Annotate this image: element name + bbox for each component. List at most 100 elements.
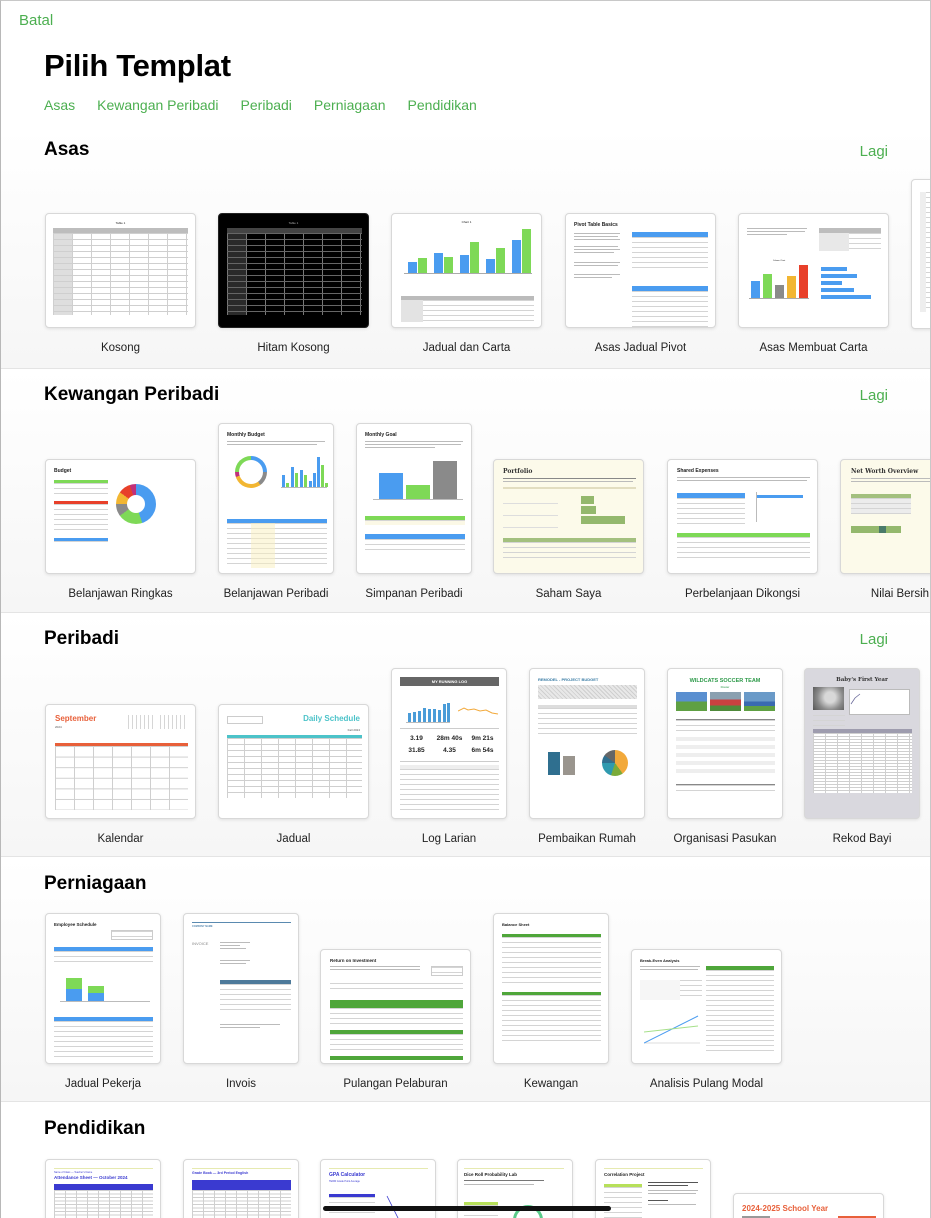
template-school-year[interactable]: 2024-2025 School Year — [733, 1193, 884, 1218]
template-thumbnail: Net Worth Overview — [840, 459, 930, 574]
template-analisis-pulang-modal[interactable]: Break-Even Analysis Analisis Pulang Moda… — [631, 949, 782, 1090]
template-attendance-sheet[interactable]: Name of Class — Teacher's Name Attendanc… — [45, 1159, 161, 1218]
thumb-title: INVOICE — [192, 941, 209, 946]
category-nav: Asas Kewangan Peribadi Peribadi Perniaga… — [44, 97, 499, 113]
category-link-pendidikan[interactable]: Pendidikan — [408, 97, 477, 113]
template-thumbnail: Budget — [45, 459, 196, 574]
thumb-title: REMODEL - PROJECT BUDGET — [538, 677, 599, 682]
category-link-perniagaan[interactable]: Perniagaan — [314, 97, 386, 113]
section-title: Perniagaan — [44, 873, 147, 894]
thumb-subtitle: Roster — [720, 685, 730, 689]
template-thumbnail: WILDCATS SOCCER TEAM Roster — [667, 668, 783, 819]
template-thumbnail: September 2024 — [45, 704, 196, 819]
section-title: Peribadi — [44, 628, 119, 649]
template-nilai-bersih[interactable]: Net Worth Overview Nilai Bersih — [840, 459, 930, 600]
mini-cost-chart — [544, 749, 580, 775]
home-indicator[interactable] — [323, 1206, 611, 1211]
stat-value: 9m 21s — [471, 735, 494, 742]
thumb-title: Correlation Project — [604, 1172, 645, 1177]
thumb-title: Budget — [54, 468, 72, 474]
template-rekod-bayi[interactable]: Baby's First Year Rekod Bayi — [804, 668, 920, 845]
template-belanjawan-ringkas[interactable]: Budget Belanjawan Ringkas — [45, 459, 196, 600]
template-chooser: Batal Pilih Templat Asas Kewangan Periba… — [0, 0, 931, 1218]
template-thumbnail: Chart 1 — [391, 213, 542, 328]
section-title: Asas — [44, 139, 90, 160]
template-correlation-project[interactable]: Correlation Project — [595, 1159, 711, 1218]
template-thumbnail: Table 1 — [45, 213, 196, 328]
template-log-larian[interactable]: MY RUNNING LOG 3.19 28m 40s 9m 21s 31.85… — [391, 668, 507, 845]
section-title: Kewangan Peribadi — [44, 384, 220, 405]
template-kewangan[interactable]: Balance Sheet Kewangan — [493, 913, 609, 1090]
more-button[interactable]: Lagi — [860, 387, 888, 404]
more-button[interactable]: Lagi — [860, 631, 888, 648]
template-thumbnail: Grade Book — 3rd Period English — [183, 1159, 299, 1218]
section-peribadi: Peribadi Lagi September 2024 Kalendar Da… — [1, 613, 930, 857]
template-thumbnail: Monthly Budget — [218, 423, 334, 574]
thumb-title: Column Chart — [772, 260, 786, 262]
template-hitam-kosong[interactable]: Table 1 Hitam Kosong — [218, 189, 369, 354]
more-button[interactable]: Lagi — [860, 143, 888, 160]
template-jadual-dan-carta[interactable]: Chart 1 Jadual dan Carta — [391, 189, 542, 354]
template-kosong[interactable]: Table 1 Kosong — [45, 189, 196, 354]
mini-distance-chart — [406, 697, 450, 723]
template-saham-saya[interactable]: Portfolio Saham Saya — [493, 459, 644, 600]
template-grade-book[interactable]: Grade Book — 3rd Period English — [183, 1159, 299, 1218]
thumb-subtitle: 2024 — [55, 725, 62, 729]
mini-pace-chart — [458, 707, 499, 715]
template-simpanan-peribadi[interactable]: Monthly Goal Simpanan Peribadi — [356, 423, 472, 600]
thumb-title: Daily Schedule — [303, 714, 360, 723]
thumb-subtitle: Name of Class — Teacher's Name — [54, 1171, 93, 1174]
template-asas-jadual-pivot[interactable]: Pivot Table Basics Asas Jadual Pivot — [565, 189, 716, 354]
template-thumbnail: Employee Schedule — [45, 913, 161, 1064]
template-thumbnail: Daily Schedule Fall 2024 — [218, 704, 369, 819]
template-label: Analisis Pulang Modal — [649, 1078, 764, 1090]
template-organisasi-pasukan[interactable]: WILDCATS SOCCER TEAM Roster Organisasi P… — [667, 668, 783, 845]
category-link-kewangan-peribadi[interactable]: Kewangan Peribadi — [97, 97, 218, 113]
template-thumbnail: Correlation Project — [595, 1159, 711, 1218]
template-label: Rekod Bayi — [832, 833, 892, 845]
template-thumbnail: Pivot Table Basics — [565, 213, 716, 328]
thumb-subtitle: TERM Grade Point Average — [329, 1180, 360, 1183]
stat-value: 3.19 — [410, 735, 423, 742]
thumb-title: Baby's First Year — [836, 677, 888, 683]
section-kewangan-peribadi: Kewangan Peribadi Lagi Budget Belanjawan… — [1, 369, 930, 613]
thumb-title: Shared Expenses — [677, 468, 719, 474]
mini-bar-chart — [404, 226, 532, 274]
template-perbelanjaan-dikongsi[interactable]: Shared Expenses Perbelanjaan Dikongsi — [667, 459, 818, 600]
thumb-title: Net Worth Overview — [851, 468, 919, 475]
stat-value: 6m 54s — [471, 747, 494, 754]
template-label: Asas Membuat Carta — [759, 342, 868, 354]
section-perniagaan: Perniagaan Employee Schedule Jadual Peke… — [1, 857, 930, 1102]
template-invois[interactable]: COMPANY NAME INVOICE Invois — [183, 913, 299, 1090]
baby-photo — [813, 687, 844, 710]
section-pendidikan: Pendidikan Name of Class — Teacher's Nam… — [1, 1102, 930, 1218]
thumb-title: Return on Investment — [330, 958, 377, 963]
thumb-title: Employee Schedule — [54, 922, 97, 927]
thumb-title: Pivot Table Basics — [574, 222, 618, 228]
template-belanjawan-peribadi[interactable]: Monthly Budget Belanjawan Peribadi — [218, 423, 334, 600]
template-jadual[interactable]: Daily Schedule Fall 2024 Jadual — [218, 704, 369, 845]
category-link-peribadi[interactable]: Peribadi — [241, 97, 292, 113]
template-jadual-pekerja[interactable]: Employee Schedule Jadual Pekerja — [45, 913, 161, 1090]
template-thumbnail: REMODEL - PROJECT BUDGET — [529, 668, 645, 819]
thumb-title: MY RUNNING LOG — [431, 679, 468, 684]
thumb-title: Balance Sheet — [502, 922, 530, 927]
template-thumbnail: Name of Class — Teacher's Name Attendanc… — [45, 1159, 161, 1218]
template-pulangan-pelaburan[interactable]: Return on Investment Pulangan Pelaburan — [320, 949, 471, 1090]
template-asas-membuat-carta[interactable]: Column Chart Asas Membuat Carta — [738, 189, 889, 354]
template-thumbnail: Return on Investment — [320, 949, 471, 1064]
template-thumbnail: Break-Even Analysis — [631, 949, 782, 1064]
thumb-title: Table 1 — [115, 221, 126, 225]
mini-donut-chart — [116, 484, 156, 524]
thumb-title: Portfolio — [503, 468, 533, 475]
template-partial[interactable] — [911, 179, 930, 329]
running-stats: 3.19 28m 40s 9m 21s 31.85 4.35 6m 54s — [400, 735, 499, 754]
mini-pay-chart — [60, 974, 150, 1002]
section-asas: Asas Lagi Table 1 Kosong Table 1 Hitam K… — [1, 129, 930, 369]
template-pembaikan-rumah[interactable]: REMODEL - PROJECT BUDGET Pembaikan Rumah — [529, 668, 645, 845]
stat-value: 28m 40s — [436, 735, 463, 742]
cancel-button[interactable]: Batal — [19, 12, 53, 29]
category-link-asas[interactable]: Asas — [44, 97, 75, 113]
template-kalendar[interactable]: September 2024 Kalendar — [45, 704, 196, 845]
thumb-title: Dice Roll Probability Lab — [464, 1172, 518, 1177]
